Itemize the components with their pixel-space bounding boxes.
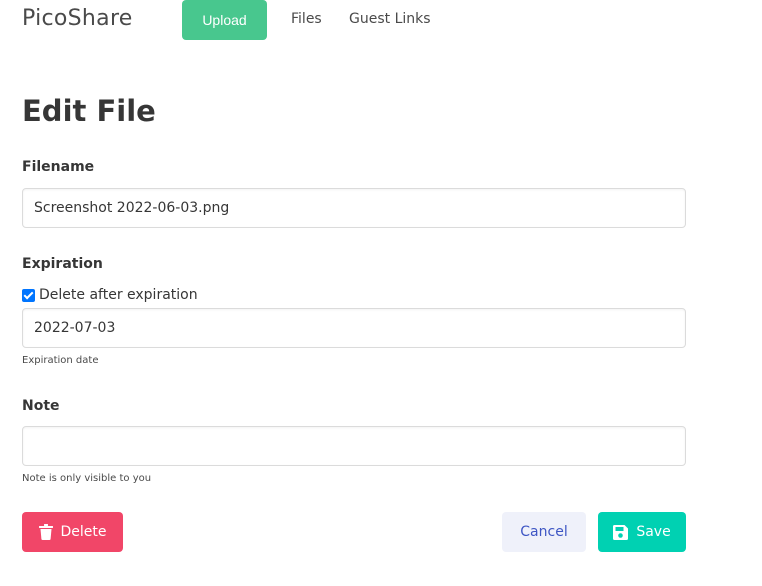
upload-nav-button[interactable]: Upload <box>182 0 267 40</box>
trash-icon <box>38 524 61 540</box>
brand-logo[interactable]: PicoShare <box>22 6 133 31</box>
files-nav-link[interactable]: Files <box>291 11 322 27</box>
delete-after-expiration-checkbox[interactable] <box>22 288 35 302</box>
note-label: Note <box>22 398 60 414</box>
page-title: Edit File <box>22 94 156 128</box>
expiration-help-text: Expiration date <box>22 355 99 366</box>
delete-after-expiration-label[interactable]: Delete after expiration <box>39 287 198 303</box>
navbar: PicoShare Upload Files Guest Links <box>0 0 762 40</box>
save-button[interactable]: Save <box>598 512 686 552</box>
note-input[interactable] <box>22 426 686 466</box>
expiration-date-input[interactable] <box>22 308 686 348</box>
cancel-button[interactable]: Cancel <box>502 512 586 552</box>
filename-input[interactable] <box>22 188 686 228</box>
guest-links-nav-link[interactable]: Guest Links <box>349 11 431 27</box>
expiration-label: Expiration <box>22 256 103 272</box>
note-help-text: Note is only visible to you <box>22 473 152 484</box>
delete-button-label: Delete <box>60 524 107 540</box>
floppy-disk-icon <box>613 524 636 540</box>
save-button-label: Save <box>636 524 671 540</box>
filename-label: Filename <box>22 159 95 175</box>
delete-button[interactable]: Delete <box>22 512 123 552</box>
delete-after-expiration-row[interactable]: Delete after expiration <box>22 287 198 303</box>
